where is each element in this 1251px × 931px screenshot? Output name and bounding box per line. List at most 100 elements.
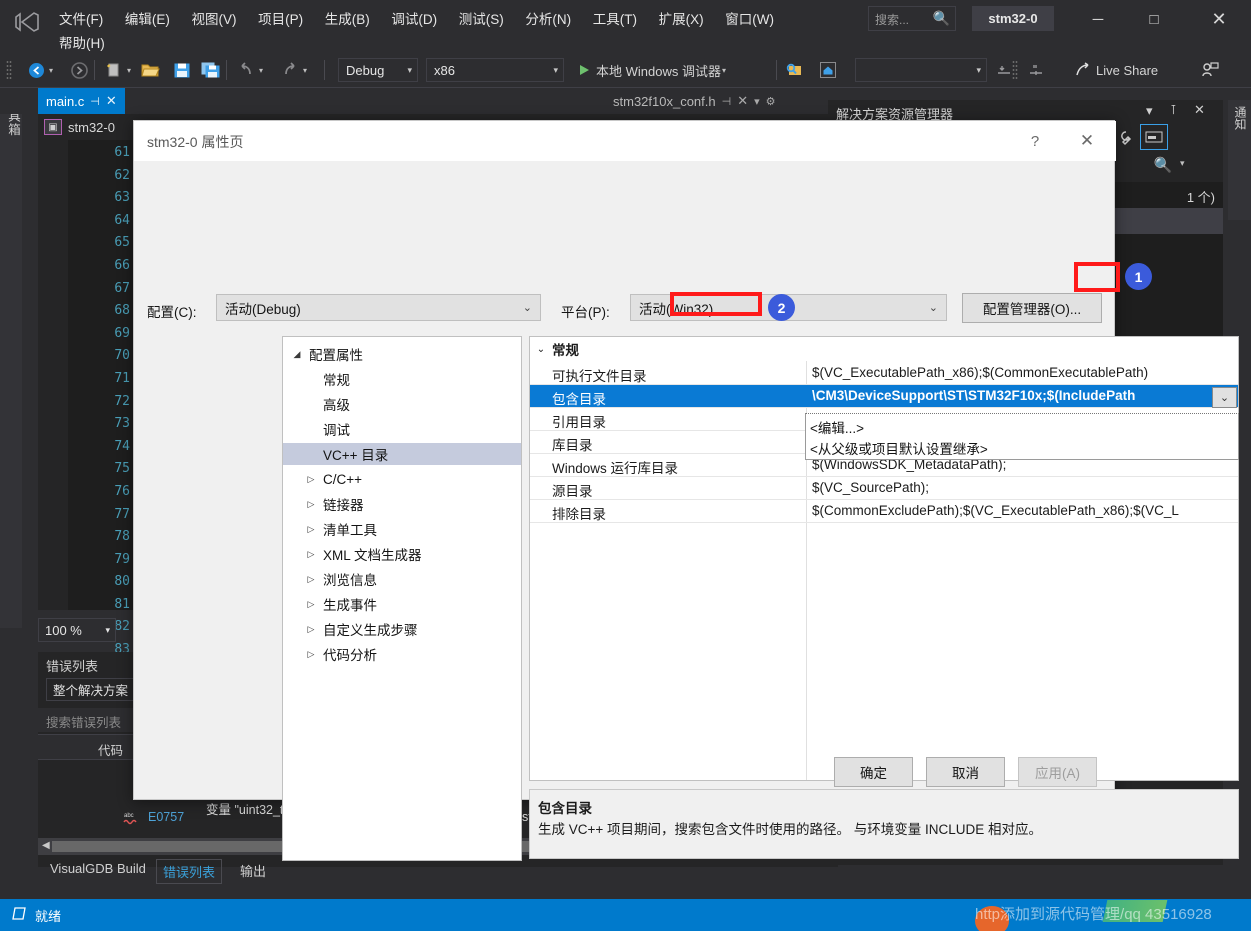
tree-item[interactable]: 调试 [283,418,521,440]
toolbar-separator-2 [226,60,227,80]
nav-back-caret-icon[interactable]: ▾ [49,66,53,75]
menu-item-window[interactable]: 窗口(W) [716,4,783,32]
chevron-down-icon[interactable]: ▾ [754,95,760,108]
property-row-value[interactable]: $(CommonExcludePath);$(VC_ExecutablePath… [812,503,1179,518]
redo-button[interactable]: ▾ [278,56,307,84]
new-item-caret-icon[interactable]: ▾ [127,66,131,75]
property-value-dropdown-button[interactable]: ⌄ [1212,387,1237,408]
tab-error-list[interactable]: 错误列表 [156,859,223,884]
tree-item[interactable]: VC++ 目录 [283,443,521,465]
start-debug-button[interactable]: 本地 Windows 调试器 ▾ [572,56,726,84]
toolbox-strip[interactable]: 工具箱 [0,88,22,628]
tree-item[interactable]: ▷ 链接器 [283,493,521,515]
pin-icon[interactable]: ⊣ [722,95,732,108]
close-icon[interactable]: ✕ [106,93,117,109]
solution-configuration-combo[interactable]: Debug ▾ [338,58,418,82]
chevron-down-icon[interactable]: ▾ [1180,158,1185,169]
redo-caret-icon[interactable]: ▾ [303,66,307,75]
nav-forward-button[interactable] [67,56,91,84]
dropdown-item-inherit[interactable]: <从父级或项目默认设置继承> [810,438,988,458]
tab-output[interactable]: 输出 [234,859,272,882]
property-category-tree[interactable]: ◢ 配置属性常规高级调试 VC++ 目录 ▷ C/C++ ▷ 链接器 ▷ 清单工具 ▷ XML 文档… [282,336,522,861]
menu-item-build[interactable]: 生成(B) [316,4,379,32]
feedback-button[interactable] [1198,56,1222,84]
ok-button[interactable]: 确定 [834,757,913,787]
scroll-left-icon[interactable]: ◀ [42,840,50,851]
menu-item-view[interactable]: 视图(V) [183,4,246,32]
find-combo[interactable]: ▾ [855,58,987,82]
property-grid[interactable]: ⌄ 常规 可执行文件目录 $(VC_ExecutablePath_x86);$(C… [529,336,1239,781]
save-all-button[interactable] [198,56,222,84]
tree-item[interactable]: ▷ C/C++ [283,468,521,490]
pin-icon[interactable]: ⊺ [1170,102,1177,118]
close-icon[interactable]: ✕ [1194,102,1205,118]
apply-button[interactable]: 应用(A) [1018,757,1097,787]
notifications-strip[interactable]: 通知 [1228,100,1251,220]
property-row[interactable]: 包含目录 \CM3\DeviceSupport\ST\STM32F10x;$(In… [530,385,1238,408]
property-value-dropdown-list[interactable]: <编辑...> <从父级或项目默认设置继承> [805,413,1239,460]
menu-item-extensions[interactable]: 扩展(X) [650,4,713,32]
nav-back-button[interactable]: ▾ [24,56,53,84]
save-all-icon [198,58,222,82]
menu-item-analyze[interactable]: 分析(N) [516,4,580,32]
editor-tab-main-c[interactable]: main.c ⊣ ✕ [38,88,125,114]
open-file-button[interactable] [139,56,163,84]
tree-item[interactable]: ▷ 生成事件 [283,593,521,615]
column-header-code[interactable]: 代码 [98,740,123,759]
start-debug-caret-icon[interactable]: ▾ [722,66,726,75]
indent-increase-button[interactable] [1024,56,1048,84]
tree-item[interactable]: 常规 [283,368,521,390]
search-icon[interactable]: 🔍 [1150,154,1176,176]
window-minimize-button[interactable]: ─ [1075,6,1121,32]
chevron-down-icon[interactable]: ▾ [1146,103,1153,119]
undo-caret-icon[interactable]: ▾ [259,66,263,75]
configuration-manager-button[interactable]: 配置管理器(O)... [962,293,1102,323]
property-row[interactable]: 可执行文件目录 $(VC_ExecutablePath_x86);$(Common… [530,362,1238,385]
menu-item-edit[interactable]: 编辑(E) [116,4,179,32]
property-row[interactable]: 排除目录 $(CommonExcludePath);$(VC_Executable… [530,500,1238,523]
tree-item[interactable]: ▷ 浏览信息 [283,568,521,590]
property-row-value[interactable]: $(VC_SourcePath); [812,480,929,495]
dropdown-item-edit[interactable]: <编辑...> [810,417,864,437]
property-row-value[interactable]: \CM3\DeviceSupport\ST\STM32F10x;$(Includ… [812,388,1135,403]
new-item-button[interactable]: ▾ [102,56,131,84]
solution-platform-combo[interactable]: x86 ▾ [426,58,564,82]
toolbar-grip[interactable] [6,60,12,80]
property-group-header[interactable]: ⌄ 常规 [530,337,1238,361]
undo-icon [234,58,258,82]
annotation-redbox-edit-item [670,292,762,316]
toolbar-grip-2[interactable] [1012,60,1018,80]
menu-item-debug[interactable]: 调试(D) [382,4,446,32]
chevron-down-icon[interactable]: ⌄ [530,344,552,355]
tree-item[interactable]: ▷ 代码分析 [283,643,521,665]
property-row[interactable]: 源目录 $(VC_SourcePath); [530,477,1238,500]
undo-button[interactable]: ▾ [234,56,263,84]
tree-item[interactable]: ▷ 清单工具 [283,518,521,540]
gear-icon[interactable]: ⚙ [766,95,776,108]
close-icon[interactable]: ✕ [1072,129,1102,153]
property-row-value[interactable]: $(VC_ExecutablePath_x86);$(CommonExecuta… [812,365,1148,380]
tree-item[interactable]: 高级 [283,393,521,415]
save-button[interactable] [170,56,194,84]
menu-item-project[interactable]: 项目(P) [249,4,312,32]
pin-icon[interactable]: ⊣ [90,95,100,108]
tab-visualgdb-build[interactable]: VisualGDB Build [44,859,152,878]
tree-item[interactable]: ▷ XML 文档生成器 [283,543,521,565]
help-icon[interactable]: ? [1022,129,1048,153]
configuration-combo[interactable]: 活动(Debug) ⌄ [216,294,541,321]
menu-item-test[interactable]: 测试(S) [450,4,513,32]
menu-item-tools[interactable]: 工具(T) [584,4,646,32]
tree-item[interactable]: ◢ 配置属性 [283,343,521,365]
search-input[interactable]: 搜索... 🔍 [868,6,956,31]
properties-window-icon[interactable] [1140,124,1168,150]
editor-tab-stm32f10x-conf-h[interactable]: stm32f10x_conf.h ⊣ ✕ ▾ ⚙ [605,88,784,114]
live-share-button[interactable]: Live Share [1072,56,1158,84]
close-icon[interactable]: ✕ [737,93,748,109]
editor-zoom-combo[interactable]: 100 % ▾ [38,618,116,642]
search-folder-button[interactable] [782,56,806,84]
tree-item[interactable]: ▷ 自定义生成步骤 [283,618,521,640]
cancel-button[interactable]: 取消 [926,757,1005,787]
home-window-button[interactable] [816,56,840,84]
window-maximize-button[interactable]: □ [1131,6,1177,32]
window-close-button[interactable]: ✕ [1196,6,1242,32]
